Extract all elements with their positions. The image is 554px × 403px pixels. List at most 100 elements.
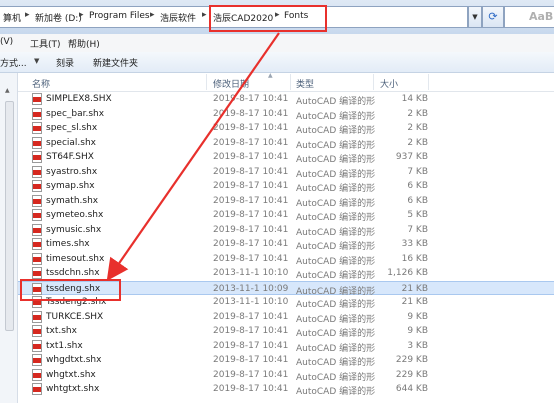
- menu-view[interactable]: (V): [0, 37, 13, 47]
- column-divider[interactable]: [290, 74, 291, 90]
- file-name: ST64F.SHX: [46, 152, 94, 162]
- file-name: spec_sl.shx: [46, 123, 98, 133]
- shx-file-icon: [32, 383, 42, 395]
- breadcrumb-separator-icon[interactable]: ▸: [25, 10, 30, 20]
- file-type: AutoCAD 编译的形: [296, 111, 376, 122]
- file-row[interactable]: whtgtxt.shx 2019-8-17 10:41 AutoCAD 编译的形 64…: [18, 382, 554, 397]
- file-name: timesout.shx: [46, 253, 105, 264]
- breadcrumb-separator-icon[interactable]: ▸: [202, 10, 207, 20]
- column-divider[interactable]: [206, 74, 207, 90]
- file-size: 9 KB: [407, 311, 428, 322]
- breadcrumb-program-files[interactable]: Program Files: [89, 11, 150, 21]
- breadcrumb-computer[interactable]: 算机: [3, 11, 21, 24]
- file-size: 21 KB: [401, 283, 428, 294]
- file-row[interactable]: whgdtxt.shx 2019-8-17 10:41 AutoCAD 编译的形 22…: [18, 353, 554, 368]
- file-size: 1,126 KB: [387, 268, 428, 278]
- menu-help[interactable]: 帮助(H): [68, 37, 100, 50]
- column-divider[interactable]: [428, 74, 429, 90]
- file-name: tssdchn.shx: [46, 268, 100, 278]
- file-date: 2019-8-17 10:41: [213, 123, 289, 133]
- file-size: 14 KB: [401, 94, 428, 104]
- file-name: txt.shx: [46, 326, 77, 336]
- file-row[interactable]: TURKCE.SHX 2019-8-17 10:41 AutoCAD 编译的形 9 K…: [18, 310, 554, 325]
- shx-file-icon: [32, 223, 42, 236]
- address-dropdown-button[interactable]: ▼: [468, 6, 482, 28]
- toolbar-share-with[interactable]: 方式...: [0, 56, 27, 69]
- shx-file-icon: [32, 180, 42, 192]
- annotation-highlight-selected-file: [20, 279, 121, 301]
- file-row[interactable]: symap.shx 2019-8-17 10:41 AutoCAD 编译的形 6 KB: [18, 179, 554, 194]
- breadcrumb-separator-icon[interactable]: ▸: [79, 10, 84, 20]
- file-row[interactable]: symusic.shx 2019-8-17 10:41 AutoCAD 编译的形 7 …: [18, 223, 554, 238]
- file-row[interactable]: timesout.shx 2019-8-17 10:41 AutoCAD 编译的形 1…: [18, 252, 554, 267]
- breadcrumb-separator-icon[interactable]: ▸: [150, 10, 155, 20]
- file-date: 2019-8-17 10:41: [213, 108, 289, 119]
- file-size: 6 KB: [407, 181, 428, 191]
- search-input[interactable]: AaBl: [504, 6, 554, 28]
- refresh-button[interactable]: ⟳: [482, 6, 504, 28]
- shx-file-icon: [32, 354, 42, 366]
- file-size: 3 KB: [407, 340, 428, 351]
- file-name: symap.shx: [46, 181, 95, 191]
- toolbar-new-folder[interactable]: 新建文件夹: [93, 56, 138, 69]
- file-row[interactable]: SIMPLEX8.SHX 2019-8-17 10:41 AutoCAD 编译的形 1…: [18, 92, 554, 107]
- breadcrumb-drive-d[interactable]: 新加卷 (D:): [35, 11, 82, 24]
- column-divider[interactable]: [373, 74, 374, 90]
- file-type: AutoCAD 编译的形: [296, 271, 376, 281]
- annotation-highlight-breadcrumb: [209, 5, 327, 32]
- file-row[interactable]: ST64F.SHX 2019-8-17 10:41 AutoCAD 编译的形 937 …: [18, 150, 554, 165]
- file-row[interactable]: spec_bar.shx 2019-8-17 10:41 AutoCAD 编译的形 2…: [18, 107, 554, 122]
- column-header-size[interactable]: 大小: [380, 77, 398, 90]
- menu-bar: (V) 工具(T) 帮助(H): [0, 34, 554, 52]
- file-size: 5 KB: [407, 210, 428, 220]
- column-header-name[interactable]: 名称: [32, 77, 50, 90]
- file-size: 7 KB: [407, 166, 428, 177]
- file-row[interactable]: times.shx 2019-8-17 10:41 AutoCAD 编译的形 33 K…: [18, 237, 554, 252]
- file-row[interactable]: txt1.shx 2019-8-17 10:41 AutoCAD 编译的形 3 KB: [18, 339, 554, 354]
- file-date: 2019-8-17 10:41: [213, 181, 289, 191]
- file-row[interactable]: txt.shx 2019-8-17 10:41 AutoCAD 编译的形 9 KB: [18, 324, 554, 339]
- file-row[interactable]: spec_sl.shx 2019-8-17 10:41 AutoCAD 编译的形 2 …: [18, 121, 554, 136]
- file-date: 2013-11-1 10:10: [213, 268, 289, 278]
- shx-file-icon: [32, 267, 42, 279]
- file-name: special.shx: [46, 137, 96, 148]
- file-size: 16 KB: [401, 253, 428, 264]
- file-date: 2019-8-17 10:41: [213, 340, 289, 351]
- file-date: 2013-11-1 10:10: [213, 297, 289, 307]
- file-name: symath.shx: [46, 195, 99, 206]
- navigation-scrollbar-thumb[interactable]: [5, 101, 14, 331]
- file-row[interactable]: special.shx 2019-8-17 10:41 AutoCAD 编译的形 2 …: [18, 136, 554, 151]
- file-type: AutoCAD 编译的形: [296, 314, 376, 325]
- file-name: whtgtxt.shx: [46, 384, 100, 394]
- column-header-type[interactable]: 类型: [296, 77, 314, 90]
- file-size: 6 KB: [407, 195, 428, 206]
- shx-file-icon: [32, 93, 42, 105]
- file-row[interactable]: symath.shx 2019-8-17 10:41 AutoCAD 编译的形 6 K…: [18, 194, 554, 209]
- column-header-date[interactable]: 修改日期: [213, 77, 249, 90]
- file-type: AutoCAD 编译的形: [296, 213, 376, 223]
- file-row[interactable]: symeteo.shx 2019-8-17 10:41 AutoCAD 编译的形 5 …: [18, 208, 554, 223]
- file-date: 2019-8-17 10:41: [213, 355, 289, 365]
- sort-indicator-icon: ▲: [268, 72, 273, 79]
- file-row[interactable]: syastro.shx 2019-8-17 10:41 AutoCAD 编译的形 7 …: [18, 165, 554, 180]
- scroll-up-icon[interactable]: ▲: [5, 87, 10, 94]
- breadcrumb-gstarsoft[interactable]: 浩辰软件: [160, 11, 196, 24]
- file-size: 644 KB: [395, 384, 428, 394]
- chevron-down-icon[interactable]: ▼: [34, 57, 39, 65]
- file-date: 2019-8-17 10:41: [213, 224, 289, 235]
- shx-file-icon: [32, 107, 42, 120]
- menu-tools[interactable]: 工具(T): [30, 37, 61, 50]
- shx-file-icon: [32, 339, 42, 352]
- command-toolbar: 方式... ▼ 刻录 新建文件夹: [0, 52, 554, 73]
- file-size: 937 KB: [395, 152, 428, 162]
- toolbar-burn[interactable]: 刻录: [56, 56, 74, 69]
- file-size: 9 KB: [407, 326, 428, 336]
- file-type: AutoCAD 编译的形: [296, 198, 376, 209]
- file-size: 2 KB: [407, 123, 428, 133]
- file-type: AutoCAD 编译的形: [296, 300, 376, 310]
- file-row[interactable]: whgtxt.shx 2019-8-17 10:41 AutoCAD 编译的形 229…: [18, 368, 554, 383]
- file-size: 2 KB: [407, 108, 428, 119]
- shx-file-icon: [32, 325, 42, 337]
- file-size: 229 KB: [395, 369, 428, 380]
- file-date: 2019-8-17 10:41: [213, 195, 289, 206]
